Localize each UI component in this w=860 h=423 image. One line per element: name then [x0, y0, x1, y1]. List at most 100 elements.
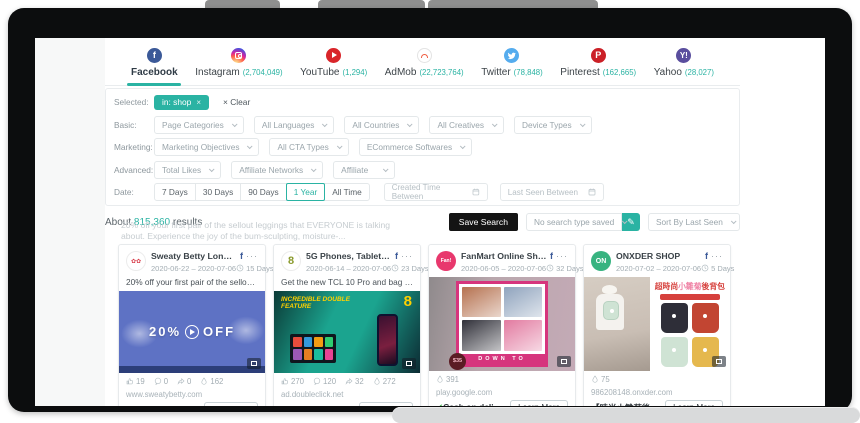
- tab-count: (28,027): [685, 68, 714, 77]
- creative-heading: INCREDIBLE DOUBLE FEATURE: [281, 296, 353, 311]
- cta-button[interactable]: Learn More: [510, 400, 568, 407]
- ad-domain-link[interactable]: ad.doubleclick.net: [274, 389, 420, 400]
- filter-select-page-categories[interactable]: Page Categories: [154, 116, 244, 134]
- filter-select-all-creatives[interactable]: All Creatives: [429, 116, 504, 134]
- advertiser-avatar: ✿✿: [126, 251, 146, 271]
- stat-views: 75: [591, 375, 610, 385]
- expand-image-icon[interactable]: [402, 358, 416, 369]
- chevron-down-icon: [407, 121, 413, 127]
- clear-filters-button[interactable]: × Clear: [223, 97, 250, 107]
- ad-domain-link[interactable]: 986208148.onxder.com: [584, 387, 730, 398]
- filter-row-label: Marketing:: [114, 142, 154, 152]
- tab-facebook[interactable]: fFacebook: [131, 40, 178, 86]
- facebook-icon: f: [147, 48, 162, 63]
- ad-headline: £35 per month | £30 upfront | ...: [281, 405, 354, 407]
- filter-row-controls: Marketing Objectives All CTA Types ECommer…: [154, 138, 472, 156]
- chip-remove-icon[interactable]: ×: [196, 98, 201, 107]
- date-preset-30-days[interactable]: 30 Days: [195, 183, 241, 201]
- stat-like: 19: [126, 377, 145, 387]
- selected-filter-chip[interactable]: in: shop ×: [154, 95, 209, 110]
- filter-select-device-types[interactable]: Device Types: [514, 116, 592, 134]
- ad-headline-row: £35 per month | £30 upfront | ... Shop No…: [274, 400, 420, 407]
- advertiser-name: 5G Phones, Tablets & SIMs | ...: [306, 251, 392, 261]
- tab-instagram[interactable]: Instagram(2,704,049): [195, 40, 282, 86]
- ad-domain-link[interactable]: www.sweatybetty.com: [119, 389, 265, 400]
- tab-admob[interactable]: AdMob(22,723,764): [385, 40, 464, 86]
- left-margin-strip: [35, 38, 105, 406]
- date-preset-group: 7 Days30 Days90 Days1 YearAll Time: [154, 183, 370, 201]
- expand-image-icon[interactable]: [557, 356, 571, 367]
- tab-yahoo[interactable]: Y!Yahoo(28,027): [654, 40, 714, 86]
- youtube-icon: [326, 48, 341, 63]
- chevron-down-icon: [209, 166, 215, 172]
- filter-row-controls: Page Categories All Languages All Countrie…: [154, 116, 592, 134]
- cta-button[interactable]: Shop Now: [204, 402, 258, 407]
- ad-creative-image[interactable]: INCREDIBLE DOUBLE FEATURE8: [274, 291, 420, 373]
- filter-row-date: Date: 7 Days30 Days90 Days1 YearAll Time…: [106, 181, 739, 204]
- tab-count: (162,665): [603, 68, 636, 77]
- filter-select-all-countries[interactable]: All Countries: [344, 116, 419, 134]
- ad-creative-image[interactable]: 20%OFF: [119, 291, 265, 373]
- tab-youtube[interactable]: YouTube(1,294): [300, 40, 367, 86]
- ad-headline: ✔Cash on delivery ✔ Days fr...: [436, 402, 505, 406]
- instagram-icon: [231, 48, 246, 63]
- cta-button[interactable]: Learn More: [665, 400, 723, 407]
- filter-select-all-cta-types[interactable]: All CTA Types: [269, 138, 348, 156]
- discount-text-left: 20%: [149, 324, 181, 339]
- sort-dropdown[interactable]: Sort By Last Seen: [648, 213, 740, 231]
- tab-pinterest[interactable]: PPinterest(162,665): [560, 40, 636, 86]
- filter-select-all-languages[interactable]: All Languages: [254, 116, 335, 134]
- date-input-created-time-between[interactable]: Created Time Between: [384, 183, 488, 201]
- filter-select-marketing-objectives[interactable]: Marketing Objectives: [154, 138, 259, 156]
- expand-image-icon[interactable]: [712, 356, 726, 367]
- chevron-down-icon: [337, 144, 343, 150]
- card-menu-button[interactable]: ···: [401, 251, 413, 261]
- play-button-icon[interactable]: [185, 325, 199, 339]
- filter-select-ecommerce-softwares[interactable]: ECommerce Softwares: [359, 138, 472, 156]
- filter-select-total-likes[interactable]: Total Likes: [154, 161, 221, 179]
- ad-creative-image[interactable]: DOWN TO$35: [429, 277, 575, 371]
- ad-date-range: 2020-06-05 – 2020-07-06: [461, 264, 546, 273]
- ad-stats-row: 391: [429, 371, 575, 387]
- cta-button[interactable]: Shop Now: [359, 402, 413, 407]
- ad-card[interactable]: ONONXDER SHOPf···2020-07-02 – 2020-07-06…: [583, 244, 731, 406]
- date-preset-90-days[interactable]: 90 Days: [240, 183, 286, 201]
- backpack-photo: [661, 303, 688, 333]
- expand-image-icon[interactable]: [247, 358, 261, 369]
- clock-icon: [701, 264, 709, 272]
- backpack-photo: [692, 303, 719, 333]
- share-icon: [177, 377, 185, 387]
- admob-icon: [417, 48, 432, 63]
- chevron-down-icon: [731, 218, 737, 224]
- clock-icon: [546, 264, 554, 272]
- date-input-last-seen-between[interactable]: Last Seen Between: [500, 183, 604, 201]
- ad-card[interactable]: 85G Phones, Tablets & SIMs | ...f···2020…: [273, 244, 421, 406]
- saved-search-type-dropdown[interactable]: No search type saved: [526, 213, 622, 231]
- creative-caption: DOWN TO: [459, 354, 545, 364]
- calendar-icon: [588, 188, 596, 196]
- card-menu-button[interactable]: ···: [711, 251, 723, 261]
- card-menu-button[interactable]: ···: [556, 251, 568, 261]
- ad-card[interactable]: ✿✿Sweaty Betty London | Wom...f···2020-0…: [118, 244, 266, 406]
- card-menu-button[interactable]: ···: [246, 251, 258, 261]
- selected-label: Selected:: [114, 97, 154, 107]
- ad-headline-row: Use code: POWER20Shop Now: [119, 400, 265, 407]
- chevron-down-icon: [580, 121, 586, 127]
- date-preset-7-days[interactable]: 7 Days: [154, 183, 196, 201]
- facebook-badge-icon: f: [705, 251, 708, 261]
- date-range-inputs: Created Time Between Last Seen Between: [384, 183, 604, 201]
- ad-creative-image[interactable]: 超時尚小雛菊後背包: [584, 277, 730, 371]
- date-preset-all-time[interactable]: All Time: [324, 183, 370, 201]
- filter-select-affiliate[interactable]: Affiliate: [333, 161, 395, 179]
- stat-views: 391: [436, 375, 459, 385]
- date-placeholder: Last Seen Between: [508, 188, 578, 197]
- ad-domain-link[interactable]: play.google.com: [429, 387, 575, 398]
- ad-card[interactable]: Fan!FanMart Online Shopping - F...f···20…: [428, 244, 576, 406]
- filter-select-affiliate-networks[interactable]: Affiliate Networks: [231, 161, 323, 179]
- save-search-button[interactable]: Save Search: [449, 213, 518, 231]
- yahoo-icon: Y!: [676, 48, 691, 63]
- select-value: All CTA Types: [277, 142, 328, 152]
- tab-twitter[interactable]: Twitter(78,848): [481, 40, 543, 86]
- date-preset-1-year[interactable]: 1 Year: [286, 183, 326, 201]
- shoe-photo: [462, 320, 501, 351]
